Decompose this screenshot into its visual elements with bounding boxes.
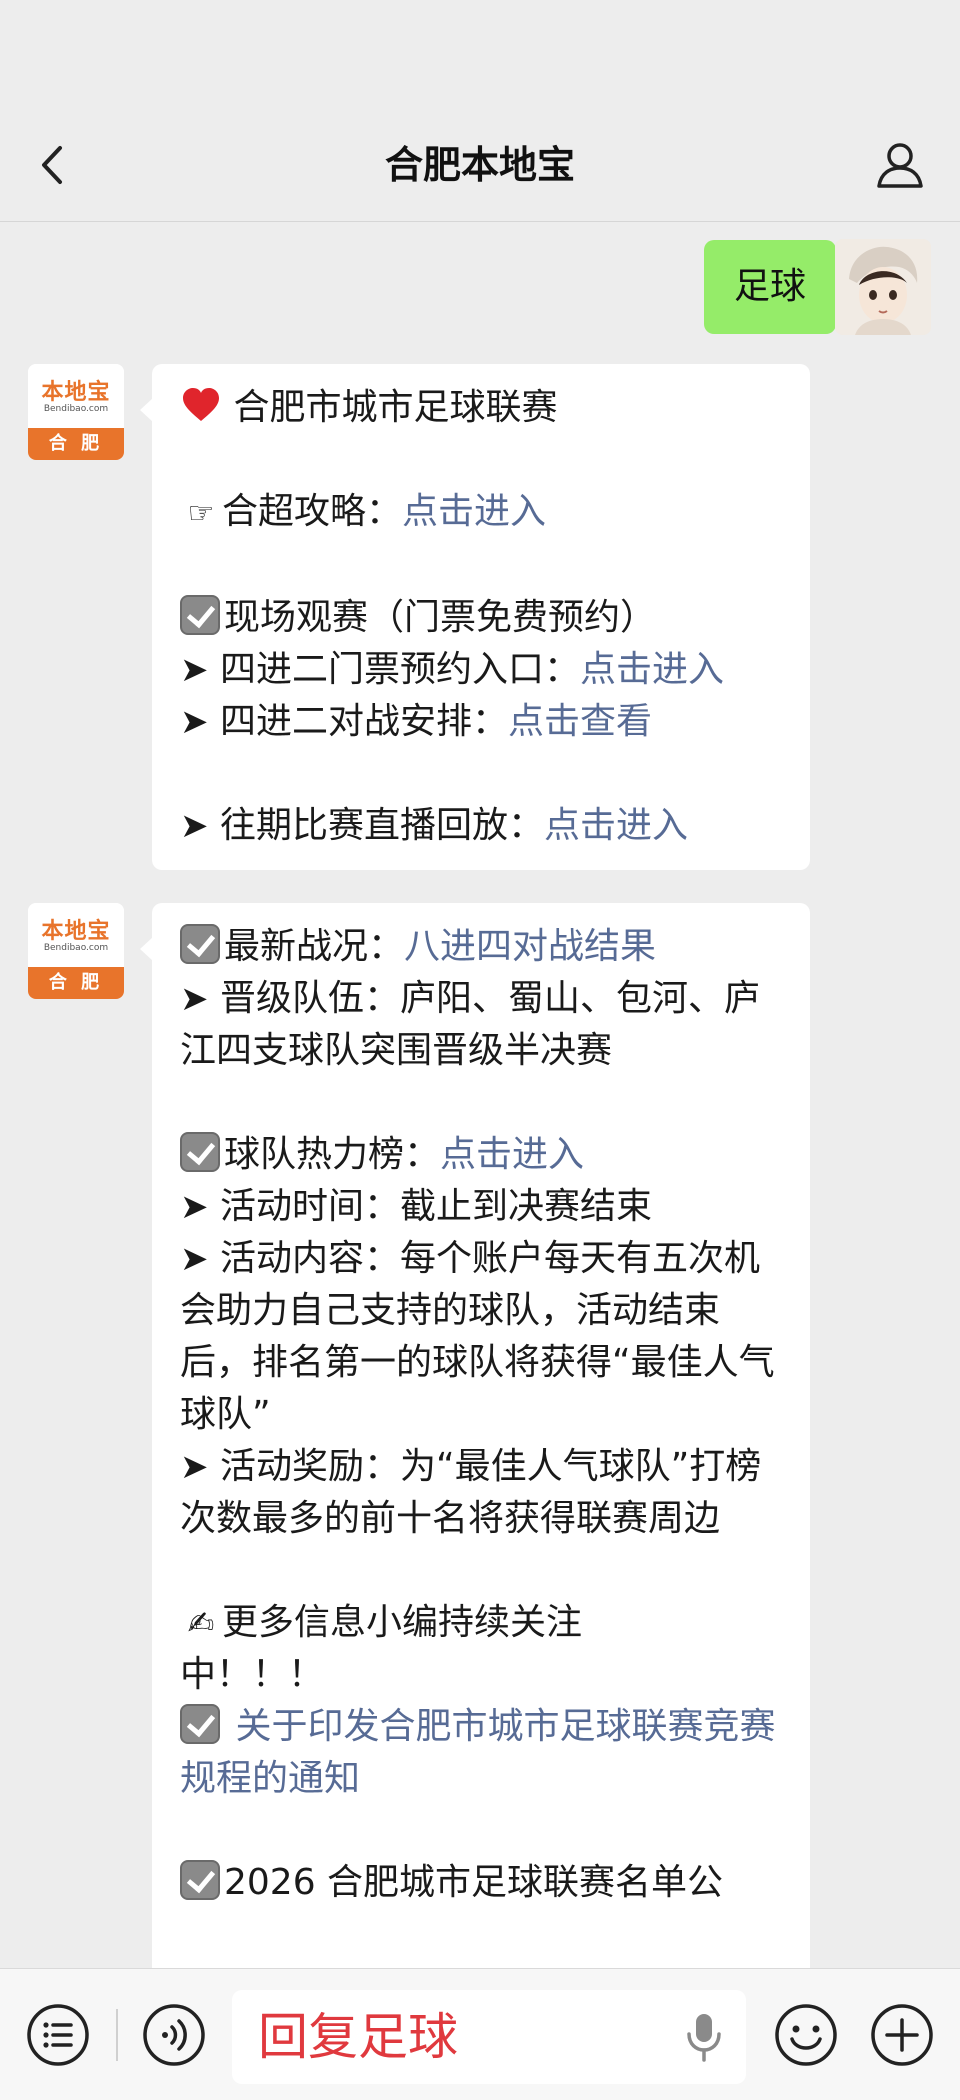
user-avatar[interactable] <box>835 239 931 335</box>
message-line: ➤ 活动内容：每个账户每天有五次机会助力自己支持的球队，活动结束后，排名第一的球队… <box>180 1233 784 1441</box>
bot-message-bubble: 最新战况：八进四对战结果 ➤ 晋级队伍：庐阳、蜀山、包河、庐江四支球队突围晋级半决… <box>140 903 810 1968</box>
brand-site-text: Bendibao.com <box>43 943 109 953</box>
add-icon[interactable] <box>870 2003 934 2067</box>
arrow-icon: ➤ <box>180 1447 209 1487</box>
pointing-hand-icon: ☞ <box>187 496 215 531</box>
reply-hint-text: 回复足球 <box>258 2008 458 2066</box>
checkbox-icon <box>180 595 220 635</box>
checkbox-icon <box>180 1132 220 1172</box>
strategy-link[interactable]: 点击进入 <box>402 491 546 532</box>
arrow-icon: ➤ <box>180 702 209 742</box>
chat-area[interactable]: 足球 本地宝 Bendibao.com 合 肥 合肥市城市足球联赛 ☞ 合超攻略：… <box>0 223 960 1968</box>
brand-city-text: 合 肥 <box>28 967 124 999</box>
brand-logo-text: 本地宝 <box>41 379 111 405</box>
arrow-icon: ➤ <box>180 979 209 1019</box>
brand-site-text: Bendibao.com <box>43 404 109 414</box>
message-line: ➤ 活动奖励：为“最佳人气球队”打榜次数最多的前十名将获得联赛周边 <box>180 1441 784 1545</box>
message-line: ➤ 往期比赛直播回放：点击进入 <box>180 800 784 852</box>
user-message-bubble[interactable]: 足球 <box>703 240 849 334</box>
message-line: ➤ 四进二门票预约入口：点击进入 <box>180 644 784 696</box>
message-line: 最新战况：八进四对战结果 <box>180 921 784 973</box>
page-title: 合肥本地宝 <box>384 143 575 187</box>
bot-message-bubble: 合肥市城市足球联赛 ☞ 合超攻略：点击进入 现场观赛（门票免费预约） ➤ 四进二门票… <box>140 364 810 870</box>
checkbox-icon <box>180 924 220 964</box>
schedule-link[interactable]: 点击查看 <box>508 701 652 742</box>
message-line: ➤ 晋级队伍：庐阳、蜀山、包河、庐江四支球队突围晋级半决赛 <box>180 973 784 1077</box>
brand-logo-text: 本地宝 <box>41 918 111 944</box>
arrow-icon: ➤ <box>180 806 209 846</box>
arrow-icon: ➤ <box>180 1187 209 1227</box>
replay-link[interactable]: 点击进入 <box>544 805 688 846</box>
voice-toggle-icon[interactable] <box>142 2003 206 2067</box>
bot-avatar[interactable]: 本地宝 Bendibao.com 合 肥 <box>28 364 124 460</box>
message-line: 合肥市城市足球联赛 <box>180 382 784 434</box>
emoji-icon[interactable] <box>774 2003 838 2067</box>
checkbox-icon <box>180 1860 220 1900</box>
heart-icon <box>180 382 222 434</box>
message-line: 中！！！ <box>180 1654 325 1695</box>
message-line: 球队热力榜：点击进入 <box>180 1129 784 1181</box>
message-line: 现场观赛（门票免费预约） <box>180 592 784 644</box>
notice-link[interactable]: 关于印发合肥市城市足球联赛竞赛规程的通知 <box>180 1706 775 1799</box>
brand-city-text: 合 肥 <box>28 428 124 460</box>
team-ranking-link[interactable]: 点击进入 <box>440 1134 584 1175</box>
arrow-icon: ➤ <box>180 650 209 690</box>
message-input[interactable]: 回复足球 <box>232 1990 746 2084</box>
bot-avatar[interactable]: 本地宝 Bendibao.com 合 肥 <box>28 903 124 999</box>
ticket-booking-link[interactable]: 点击进入 <box>580 649 724 690</box>
menu-list-icon[interactable] <box>26 2003 90 2067</box>
message-line: ➤ 活动时间：截止到决赛结束 <box>180 1181 784 1233</box>
profile-icon[interactable] <box>872 136 928 192</box>
writing-hand-icon: ✍ <box>187 1604 215 1642</box>
nav-header: 合肥本地宝 <box>0 0 960 222</box>
message-line: ➤ 四进二对战安排：点击查看 <box>180 696 784 748</box>
results-link[interactable]: 八进四对战结果 <box>404 926 656 967</box>
microphone-icon[interactable] <box>684 2010 724 2064</box>
input-bar: 回复足球 <box>0 1968 960 2100</box>
message-line: ✍ 更多信息小编持续关注 <box>180 1597 784 1649</box>
checkbox-icon <box>180 1704 220 1744</box>
arrow-icon: ➤ <box>180 1239 209 1279</box>
message-line: 2026 合肥城市足球联赛名单公 <box>180 1857 784 1909</box>
message-line: 关于印发合肥市城市足球联赛竞赛规程的通知 <box>180 1701 784 1805</box>
divider <box>116 2009 118 2061</box>
message-line: ☞ 合超攻略：点击进入 <box>180 486 784 540</box>
